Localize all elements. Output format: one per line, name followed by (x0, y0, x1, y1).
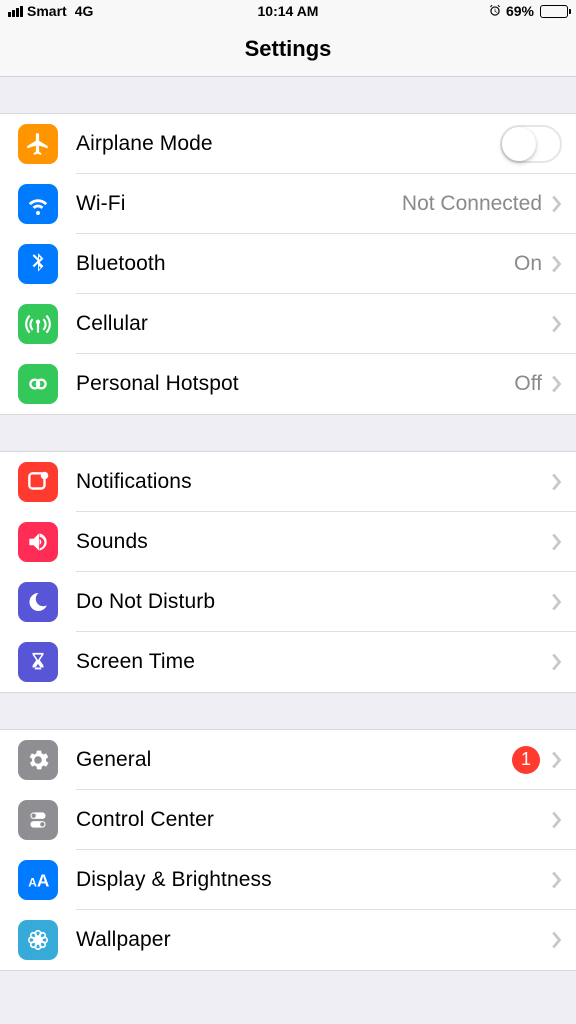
row-label: General (76, 748, 512, 772)
gear-icon (18, 740, 58, 780)
row-wifi[interactable]: Wi-Fi Not Connected (0, 174, 576, 234)
section-connectivity: Airplane Mode Wi-Fi Not Connected Blueto… (0, 113, 576, 415)
chevron-right-icon (552, 195, 562, 213)
row-display-brightness[interactable]: AA Display & Brightness (0, 850, 576, 910)
section-general: General 1 Control Center AA Display & Br… (0, 729, 576, 971)
chevron-right-icon (552, 653, 562, 671)
row-do-not-disturb[interactable]: Do Not Disturb (0, 572, 576, 632)
section-notifications: Notifications Sounds Do Not Disturb Scre… (0, 451, 576, 693)
row-value: Off (514, 372, 542, 396)
chevron-right-icon (552, 871, 562, 889)
row-value: Not Connected (402, 192, 542, 216)
row-general[interactable]: General 1 (0, 730, 576, 790)
battery-icon (540, 5, 568, 18)
carrier-label: Smart (27, 3, 67, 19)
row-label: Bluetooth (76, 252, 514, 276)
status-bar: Smart 4G 10:14 AM 69% (0, 0, 576, 22)
chevron-right-icon (552, 931, 562, 949)
row-label: Cellular (76, 312, 552, 336)
row-airplane-mode[interactable]: Airplane Mode (0, 114, 576, 174)
chevron-right-icon (552, 315, 562, 333)
airplane-icon (18, 124, 58, 164)
battery-percentage: 69% (506, 3, 534, 19)
notification-badge: 1 (512, 746, 540, 774)
row-label: Control Center (76, 808, 552, 832)
text-size-icon: AA (18, 860, 58, 900)
chevron-right-icon (552, 811, 562, 829)
row-label: Notifications (76, 470, 552, 494)
row-label: Display & Brightness (76, 868, 552, 892)
row-label: Do Not Disturb (76, 590, 552, 614)
chevron-right-icon (552, 375, 562, 393)
chevron-right-icon (552, 473, 562, 491)
cell-signal-icon (8, 6, 23, 17)
page-title: Settings (0, 36, 576, 62)
row-wallpaper[interactable]: Wallpaper (0, 910, 576, 970)
chevron-right-icon (552, 751, 562, 769)
row-label: Screen Time (76, 650, 552, 674)
svg-text:A: A (37, 871, 50, 891)
row-value: On (514, 252, 542, 276)
hourglass-icon (18, 642, 58, 682)
bluetooth-icon (18, 244, 58, 284)
row-label: Airplane Mode (76, 132, 500, 156)
cellular-icon (18, 304, 58, 344)
row-label: Sounds (76, 530, 552, 554)
row-control-center[interactable]: Control Center (0, 790, 576, 850)
row-cellular[interactable]: Cellular (0, 294, 576, 354)
sounds-icon (18, 522, 58, 562)
chevron-right-icon (552, 533, 562, 551)
status-time: 10:14 AM (258, 3, 319, 19)
row-sounds[interactable]: Sounds (0, 512, 576, 572)
chevron-right-icon (552, 255, 562, 273)
toggles-icon (18, 800, 58, 840)
row-bluetooth[interactable]: Bluetooth On (0, 234, 576, 294)
row-label: Wi-Fi (76, 192, 402, 216)
wifi-icon (18, 184, 58, 224)
row-notifications[interactable]: Notifications (0, 452, 576, 512)
svg-text:A: A (28, 876, 37, 890)
moon-icon (18, 582, 58, 622)
row-personal-hotspot[interactable]: Personal Hotspot Off (0, 354, 576, 414)
airplane-toggle[interactable] (500, 125, 562, 163)
row-label: Personal Hotspot (76, 372, 514, 396)
chevron-right-icon (552, 593, 562, 611)
row-screen-time[interactable]: Screen Time (0, 632, 576, 692)
row-label: Wallpaper (76, 928, 552, 952)
hotspot-icon (18, 364, 58, 404)
notifications-icon (18, 462, 58, 502)
nav-bar: Settings (0, 22, 576, 77)
network-type: 4G (75, 3, 94, 19)
alarm-icon (488, 4, 502, 18)
flower-icon (18, 920, 58, 960)
